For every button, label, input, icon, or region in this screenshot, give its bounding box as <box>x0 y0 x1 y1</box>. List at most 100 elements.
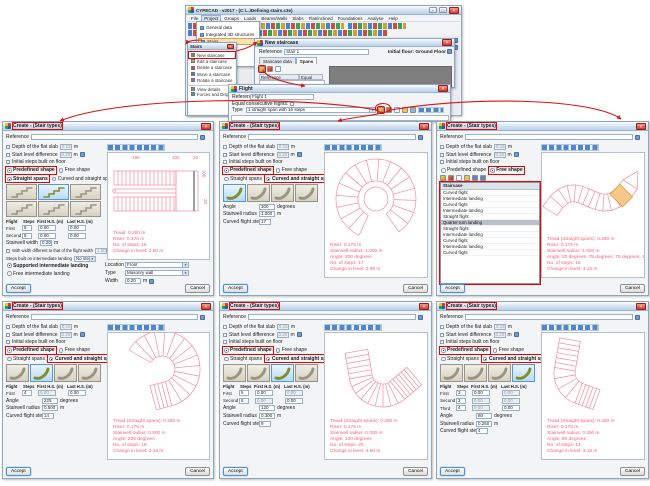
first-hs-input[interactable]: 0.00 <box>38 233 56 239</box>
steps-input[interactable]: 6 <box>239 398 249 404</box>
predefined-radio[interactable] <box>7 348 12 353</box>
steps-built-select[interactable]: No steps <box>74 256 96 262</box>
project-menu-item[interactable]: General data <box>198 24 258 31</box>
last-hs-input[interactable]: 0.00 <box>68 233 86 239</box>
stairs-panel-item[interactable]: Rotate a staircase <box>189 77 235 83</box>
straight-radio[interactable] <box>224 357 229 362</box>
curved-steps-input[interactable]: 14 <box>42 413 54 419</box>
help-icon[interactable] <box>418 315 423 320</box>
stair-type-thumb[interactable] <box>54 364 77 382</box>
stair-type-thumb[interactable] <box>223 184 246 202</box>
close-icon[interactable]: × <box>438 85 448 92</box>
add-segment-icon[interactable] <box>440 175 446 181</box>
depth-checkbox[interactable] <box>6 145 10 149</box>
free-shape-radio[interactable] <box>59 168 64 173</box>
predefined-shape-option[interactable]: Predefined shape <box>6 347 56 354</box>
start-level-checkbox[interactable] <box>440 153 444 157</box>
free-shape-radio[interactable] <box>276 348 281 353</box>
free-shape-radio[interactable] <box>59 348 64 353</box>
menu-item[interactable]: Beams/Walls <box>259 16 289 21</box>
first-hs-input[interactable]: 0.00 <box>472 398 490 404</box>
zoom-toolbar[interactable] <box>107 144 165 151</box>
predefined-radio[interactable] <box>441 348 446 353</box>
stairwell-width-input[interactable]: 0.20 <box>40 240 52 246</box>
predefined-radio[interactable] <box>224 168 229 173</box>
stair-type-thumb[interactable] <box>247 184 270 202</box>
start-level-checkbox[interactable] <box>223 333 227 337</box>
edit-type-pencil-icon[interactable] <box>378 107 384 113</box>
curved-steps-input[interactable]: 4 <box>476 428 488 434</box>
level-picker-icon[interactable] <box>514 152 519 157</box>
menu-item[interactable]: Flat/inclined <box>307 16 335 21</box>
accept-button[interactable]: Accept <box>440 467 465 476</box>
predefined-shape-option[interactable]: Predefined shape <box>223 167 273 174</box>
depth-checkbox[interactable] <box>6 325 10 329</box>
tab[interactable]: Staircase data <box>259 57 296 64</box>
initial-steps-checkbox[interactable] <box>440 340 444 344</box>
equal-flights-checkbox[interactable] <box>290 102 294 106</box>
predefined-shape-option[interactable]: Predefined shape <box>440 347 490 354</box>
accept-button[interactable]: Accept <box>223 284 248 293</box>
cancel-button[interactable]: Cancel <box>620 284 645 293</box>
curved-radio[interactable] <box>266 357 271 362</box>
supported-radio[interactable] <box>7 263 12 268</box>
menu-item[interactable]: Analyse <box>365 16 385 21</box>
straight-radio[interactable] <box>7 357 12 362</box>
start-level-checkbox[interactable] <box>223 153 227 157</box>
close-icon[interactable]: × <box>201 303 211 310</box>
start-level-checkbox[interactable] <box>6 333 10 337</box>
type-select[interactable]: 1 straight span with 16 steps <box>246 107 376 113</box>
straight-radio[interactable] <box>7 177 12 182</box>
tab[interactable]: Spans <box>296 57 318 64</box>
straight-spans-option[interactable]: Straight spans <box>6 355 46 362</box>
radius-input[interactable]: 0.300 <box>259 413 275 419</box>
start-level-checkbox[interactable] <box>6 153 10 157</box>
menu-item[interactable]: File <box>189 16 200 21</box>
titlebar[interactable]: Create - (Stair types) × <box>220 122 431 131</box>
level-picker-icon[interactable] <box>514 332 519 337</box>
free-shape-option[interactable]: Free shape <box>489 167 523 174</box>
reference-input[interactable] <box>465 314 633 320</box>
level-picker-icon[interactable] <box>297 152 302 157</box>
zoom-toolbar[interactable] <box>541 324 599 331</box>
predefined-shape-option[interactable]: Predefined shape <box>223 347 273 354</box>
steps-input[interactable]: 3 <box>456 390 466 396</box>
straight-radio[interactable] <box>441 357 446 362</box>
last-hs-input[interactable]: 0.00 <box>502 398 520 404</box>
tools-toolbar[interactable] <box>348 23 406 29</box>
titlebar[interactable]: Flight × <box>229 85 450 93</box>
zoom-toolbar[interactable] <box>418 107 444 113</box>
angle-input[interactable]: 225 <box>42 398 58 404</box>
steps-input[interactable]: 3 <box>456 398 466 404</box>
steps-input[interactable]: 8 <box>22 225 32 231</box>
stair-type-thumb[interactable] <box>70 184 101 200</box>
initial-steps-checkbox[interactable] <box>6 160 10 164</box>
segment-row[interactable]: Curved flight <box>441 250 539 256</box>
close-icon[interactable]: × <box>636 123 646 130</box>
close-icon[interactable]: × <box>419 303 429 310</box>
zoom-toolbar[interactable] <box>324 324 382 331</box>
staircase-segment-list[interactable]: Staircase Curved flightIntermediate land… <box>440 182 540 284</box>
initial-steps-checkbox[interactable] <box>6 340 10 344</box>
stair-type-thumb[interactable] <box>78 364 101 382</box>
cancel-button[interactable]: Cancel <box>620 467 645 476</box>
stair-type-thumb[interactable] <box>247 364 270 382</box>
stair-type-thumb[interactable] <box>464 364 487 382</box>
cancel-button[interactable]: Cancel <box>403 284 428 293</box>
reference-input[interactable]: Stair 1 <box>284 49 369 55</box>
stair-type-thumb[interactable] <box>6 184 37 200</box>
accept-button[interactable]: Accept <box>440 284 465 293</box>
curved-radio[interactable] <box>483 357 488 362</box>
width-diff-checkbox[interactable] <box>6 249 10 253</box>
depth-checkbox[interactable] <box>223 325 227 329</box>
first-hs-input[interactable]: 0.00 <box>472 390 490 396</box>
reference-input[interactable] <box>248 134 416 140</box>
predefined-radio[interactable] <box>7 168 12 173</box>
stair-type-thumb[interactable] <box>70 201 101 217</box>
zoom-toolbar[interactable] <box>324 144 382 151</box>
last-hs-input[interactable]: 0.00 <box>68 225 86 231</box>
free-shape-radio[interactable] <box>490 168 495 173</box>
wall-width-input[interactable]: 0.20 <box>125 278 141 284</box>
import-segment-icon[interactable] <box>464 175 470 181</box>
help-icon[interactable] <box>200 135 205 140</box>
